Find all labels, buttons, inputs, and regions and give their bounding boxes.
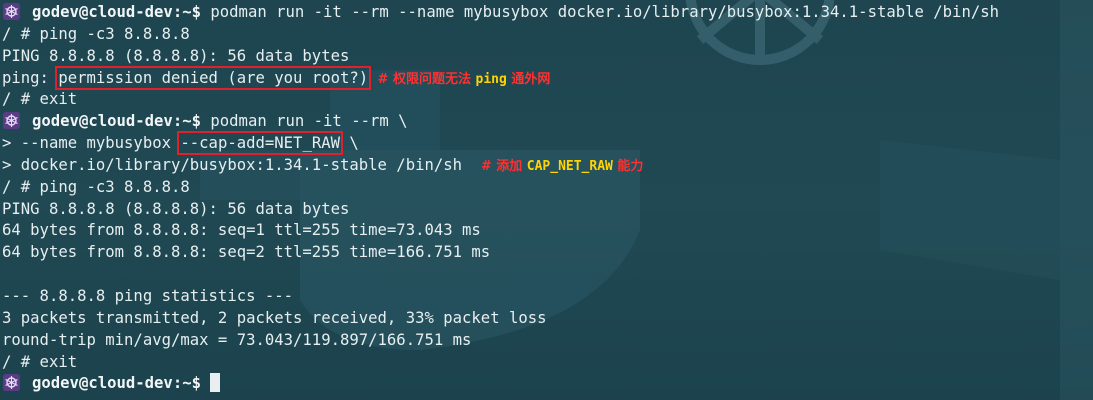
continuation-suffix: \ — [340, 134, 359, 153]
kubernetes-wheel-icon — [3, 112, 20, 130]
terminal-line: --- 8.8.8.8 ping statistics --- — [2, 286, 294, 305]
prompt-path: :~$ — [172, 112, 201, 131]
terminal-window[interactable]: godev@cloud-dev:~$ podman run -it --rm -… — [0, 0, 1093, 400]
highlighted-cap-flag: --cap-add=NET_RAW — [177, 131, 343, 156]
terminal-line: / # ping -c3 8.8.8.8 — [2, 24, 190, 43]
prompt-path: :~$ — [172, 3, 201, 21]
annotation-comment: # 添加 — [480, 158, 527, 174]
kubernetes-wheel-icon — [3, 374, 20, 392]
annotation-highlight: ping — [475, 71, 507, 87]
kubernetes-wheel-icon — [3, 3, 20, 20]
annotation-highlight: CAP_NET_RAW — [526, 158, 613, 174]
annotation-comment-tail: 能力 — [612, 158, 644, 174]
text-cursor[interactable] — [210, 373, 221, 393]
command-text: podman run -it --rm --name mybusybox doc… — [201, 3, 999, 21]
terminal-line: godev@cloud-dev:~$ podman run -it --rm -… — [0, 2, 1093, 24]
terminal-line: 64 bytes from 8.8.8.8: seq=2 ttl=255 tim… — [2, 243, 491, 262]
terminal-line: > --name mybusybox --cap-add=NET_RAW \ — [0, 131, 1093, 156]
annotation-comment: # 权限问题无法 — [377, 71, 476, 87]
terminal-line: / # exit — [2, 352, 78, 371]
annotation-comment-tail: 通外网 — [506, 71, 551, 87]
terminal-line: godev@cloud-dev:~$ podman run -it --rm \ — [0, 111, 1093, 133]
terminal-line: / # ping -c3 8.8.8.8 — [2, 177, 190, 196]
continuation-prefix: > --name mybusybox — [2, 134, 181, 153]
terminal-line: 3 packets transmitted, 2 packets receive… — [2, 308, 547, 327]
prompt-user-host: godev@cloud-dev — [32, 112, 173, 131]
terminal-line: / # exit — [2, 90, 78, 109]
command-text: podman run -it --rm \ — [201, 112, 408, 131]
terminal-line: PING 8.8.8.8 (8.8.8.8): 56 data bytes — [2, 199, 350, 218]
terminal-line: round-trip min/avg/max = 73.043/119.897/… — [2, 330, 472, 349]
highlighted-error-text: permission denied (are you root?) — [55, 65, 372, 90]
terminal-line: godev@cloud-dev:~$ — [0, 373, 1093, 395]
terminal-line: > docker.io/library/busybox:1.34.1-stabl… — [0, 155, 1093, 177]
terminal-output: godev@cloud-dev:~$ podman run -it --rm -… — [0, 2, 1093, 395]
terminal-line: ping: permission denied (are you root?) … — [0, 65, 1093, 90]
terminal-line: 64 bytes from 8.8.8.8: seq=1 ttl=255 tim… — [2, 221, 481, 240]
prompt-user-host: godev@cloud-dev — [32, 374, 173, 393]
continuation-text: > docker.io/library/busybox:1.34.1-stabl… — [2, 155, 481, 174]
prompt-path: :~$ — [172, 374, 201, 393]
prompt-user-host: godev@cloud-dev — [32, 3, 173, 21]
output-prefix: ping: — [2, 68, 59, 87]
terminal-line: PING 8.8.8.8 (8.8.8.8): 56 data bytes — [2, 46, 350, 65]
